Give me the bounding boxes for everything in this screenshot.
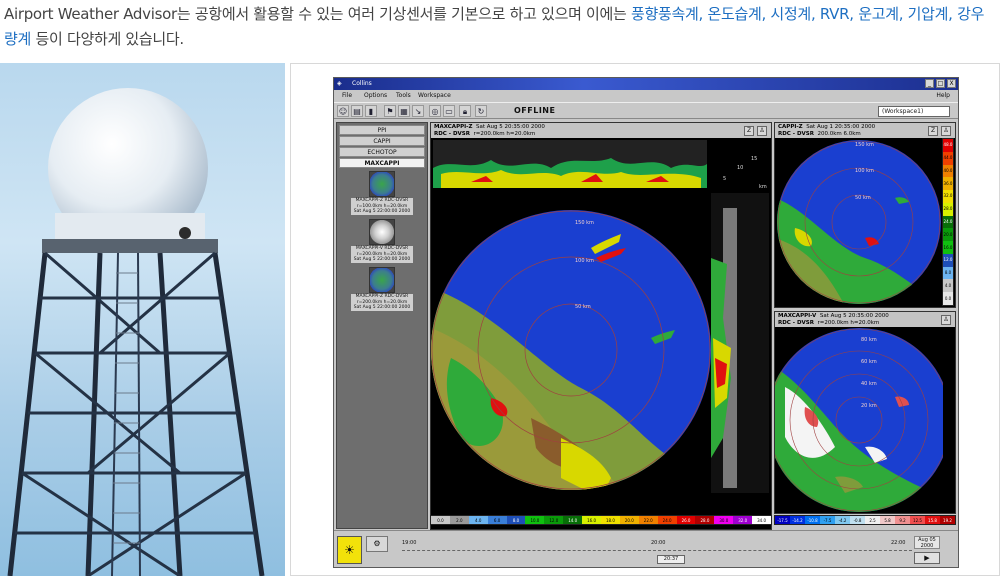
range-ring-label: 60 km (861, 359, 877, 365)
play-button[interactable]: ▶ (914, 552, 940, 564)
sensor-name: 기압계 (907, 5, 949, 23)
range-ring-label: 150 km (575, 220, 594, 226)
caption-prefix: Airport Weather Advisor는 공항에서 활용할 수 있는 여… (4, 5, 632, 23)
timeline-tick: 19:00 (402, 540, 417, 546)
caption-suffix: 등이 다양하게 있습니다. (31, 30, 184, 48)
maximize-button[interactable]: □ (936, 79, 945, 88)
range-ring-label: 50 km (575, 304, 591, 310)
range-ring-label: 50 km (855, 195, 871, 201)
timeline-slider[interactable] (402, 550, 912, 554)
radar-tower-illustration (7, 88, 265, 576)
product-list-panel: PPI CAPPI ECHOTOP MAXCAPPI MAXCAPPI-Z RD… (336, 122, 428, 529)
thumbnail-caption: MAXCAPPI-Z RDC-DVSR r=100.0km h=20.0km Sat… (351, 198, 413, 215)
velocity-view-header: MAXCAPPI-V Sat Aug 5 20:35:00 2000 RDC -… (775, 312, 955, 327)
flag-icon[interactable]: ⚑ (384, 105, 396, 117)
radar-tower-photo (0, 63, 285, 576)
menu-file[interactable]: File (342, 90, 352, 101)
timeline-date: Aug 05 2000 (914, 536, 940, 549)
sensor-name: 시정계 (770, 5, 811, 23)
cappi-colorbar: 48.0 44.0 40.0 36.0 32.0 28.0 24.0 20.0 … (942, 138, 954, 306)
main-radar-image: 15 10 5 km 150 km 100 km 50 km (431, 140, 769, 493)
sensor-name: RVR (819, 5, 850, 23)
thumbnail-item[interactable]: MAXCAPPI-Z RDC-DVSR r=200.0km h=20.0km Sat… (351, 267, 413, 313)
person-icon[interactable]: ♙ (757, 126, 767, 136)
range-ring-label: 100 km (855, 168, 874, 174)
side-scale-label: km (759, 184, 767, 190)
menu-help[interactable]: Help (936, 90, 950, 101)
refresh-icon[interactable]: ↻ (475, 105, 487, 117)
velocity-view[interactable]: MAXCAPPI-V Sat Aug 5 20:35:00 2000 RDC -… (774, 311, 956, 514)
reflectivity-colorbar: 0.0 2.0 4.0 6.0 8.0 10.0 12.0 14.0 16.0 … (430, 515, 772, 525)
pin-icon[interactable]: ↘ (412, 105, 424, 117)
timeline-bar: ☀ ⚙ 19:00 20:00 22:00 20:37 Aug 05 2000 ▶ (334, 530, 958, 567)
side-scale-label: 10 (737, 165, 743, 171)
timeline-tick: 20:00 (651, 540, 666, 546)
close-button[interactable]: X (947, 79, 956, 88)
radar-icon[interactable]: ◎ (429, 105, 441, 117)
minimize-button[interactable]: _ (925, 79, 934, 88)
person-icon[interactable]: ♙ (941, 315, 951, 325)
zoom-button[interactable]: Z (928, 126, 938, 136)
connection-status: OFFLINE (514, 106, 556, 115)
caption: Airport Weather Advisor는 공항에서 활용할 수 있는 여… (4, 5, 985, 48)
thumbnail-image (369, 171, 395, 197)
layout-icon[interactable]: ▦ (398, 105, 410, 117)
side-scale-label: 5 (723, 176, 726, 182)
person-icon[interactable]: ☺ (337, 105, 349, 117)
timeline-current-time[interactable]: 20:37 (657, 555, 685, 564)
timeline-tick: 22:00 (891, 540, 906, 546)
cappi-radar-image: 150 km 100 km 50 km (775, 138, 943, 306)
side-scale-label: 15 (751, 156, 757, 162)
sensor-name: 운고계 (858, 5, 899, 23)
lock-icon[interactable]: 🔒︎ (459, 105, 471, 117)
thumbnail-item[interactable]: MAXCAPPI-V RDC-DVSR r=200.0km h=20.0km Sat… (351, 219, 413, 265)
settings-icon[interactable]: ⚙ (366, 536, 388, 552)
zoom-button[interactable]: Z (744, 126, 754, 136)
menu-workspace[interactable]: Workspace (418, 90, 451, 101)
sensor-name: 온도습계 (707, 5, 762, 23)
thumbnail-caption: MAXCAPPI-Z RDC-DVSR r=200.0km h=20.0km Sat… (351, 294, 413, 311)
range-ring-label: 150 km (855, 142, 874, 148)
title-bar: ◈ Collins (334, 78, 958, 90)
menu-options[interactable]: Options (364, 90, 387, 101)
chart-icon[interactable]: ▤ (351, 105, 363, 117)
window-title: Collins (352, 80, 372, 87)
menu-tools[interactable]: Tools (396, 90, 411, 101)
person-icon[interactable]: ♙ (941, 126, 951, 136)
product-maxcappi[interactable]: MAXCAPPI (339, 158, 425, 168)
range-ring-label: 20 km (861, 403, 877, 409)
menu-bar: File Options Tools Workspace Help (334, 90, 958, 101)
animation-icon[interactable]: ☀ (337, 536, 362, 564)
range-ring-label: 80 km (861, 337, 877, 343)
main-view-header: MAXCAPPI-Z Sat Aug 5 20:35:00 2000 RDC -… (431, 123, 771, 138)
velocity-radar-image: 80 km 60 km 40 km 20 km (775, 327, 943, 513)
main-radar-view[interactable]: MAXCAPPI-Z Sat Aug 5 20:35:00 2000 RDC -… (430, 122, 772, 530)
velocity-colorbar: -17.5 -14.2 -10.8 -7.5 -4.2 -0.8 2.5 5.8… (774, 515, 956, 525)
range-ring-label: 40 km (861, 381, 877, 387)
range-ring-label: 100 km (575, 258, 594, 264)
trash-icon[interactable]: ▮ (365, 105, 377, 117)
monitor-icon[interactable]: ▭ (443, 105, 455, 117)
cappi-view[interactable]: CAPPI-Z Sat Aug 1 20:35:00 2000 RDC - DV… (774, 122, 956, 308)
app-icon: ◈ (337, 80, 342, 87)
product-echotop[interactable]: ECHOTOP (339, 147, 425, 157)
thumbnail-image (369, 219, 395, 245)
thumbnail-image (369, 267, 395, 293)
toolbar: ☺ ▤ ▮ ⚑ ▦ ↘ ◎ ▭ 🔒︎ ↻ OFFLINE (Workspace1… (334, 102, 958, 119)
product-cappi[interactable]: CAPPI (339, 136, 425, 146)
product-ppi[interactable]: PPI (339, 125, 425, 135)
sensor-name: 풍향풍속계 (631, 5, 699, 23)
thumbnail-item[interactable]: MAXCAPPI-Z RDC-DVSR r=100.0km h=20.0km Sat… (351, 171, 413, 217)
workspace-select[interactable]: (Workspace1) (878, 106, 950, 117)
radar-app-window: ◈ Collins _ □ X File Options Tools Works… (333, 77, 959, 568)
thumbnail-caption: MAXCAPPI-V RDC-DVSR r=200.0km h=20.0km Sat… (351, 246, 413, 263)
